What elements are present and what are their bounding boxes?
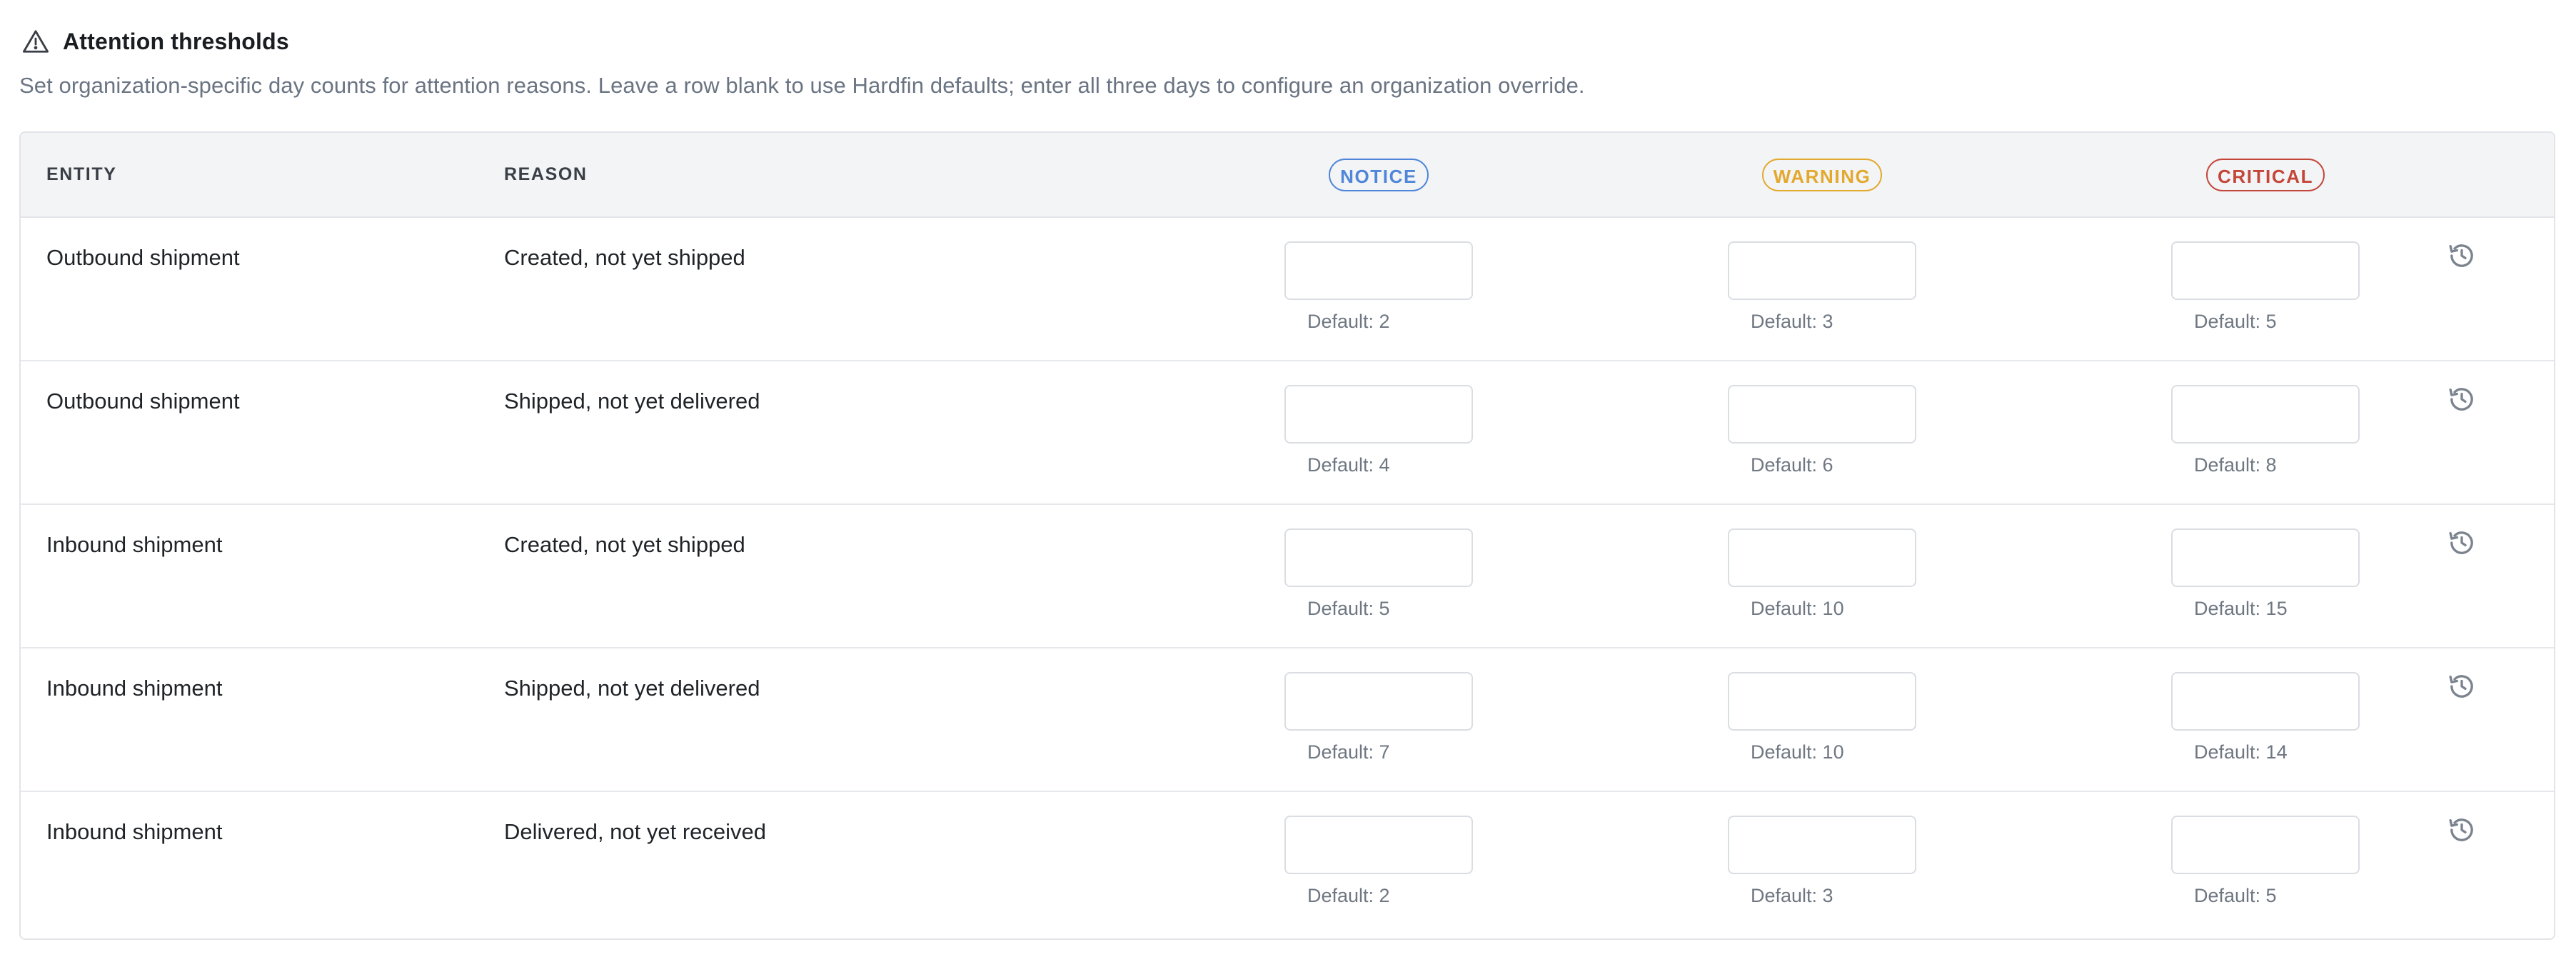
- notice-default-hint: Default: 7: [1307, 741, 1390, 763]
- thresholds-table: ENTITY REASON NOTICE WARNING CRITICAL Ou…: [19, 131, 2555, 940]
- warning-days-input[interactable]: [1728, 816, 1916, 874]
- notice-default-hint: Default: 5: [1307, 598, 1390, 619]
- table-row: Inbound shipment Created, not yet shippe…: [21, 505, 2554, 648]
- history-icon: [2447, 816, 2476, 848]
- notice-cell: Default: 4: [1284, 385, 1473, 476]
- reset-to-default-button[interactable]: [2444, 239, 2480, 275]
- entity-cell: Outbound shipment: [46, 245, 240, 270]
- reset-to-default-button[interactable]: [2444, 670, 2480, 706]
- critical-days-input[interactable]: [2171, 528, 2360, 587]
- critical-cell: Default: 5: [2171, 816, 2360, 907]
- section-description: Set organization-specific day counts for…: [19, 73, 1585, 98]
- critical-days-input[interactable]: [2171, 672, 2360, 731]
- entity-cell: Inbound shipment: [46, 676, 223, 701]
- history-icon: [2447, 672, 2476, 704]
- critical-badge: CRITICAL: [2205, 158, 2325, 191]
- critical-days-input[interactable]: [2171, 385, 2360, 444]
- table-header: ENTITY REASON NOTICE WARNING CRITICAL: [21, 133, 2554, 218]
- history-icon: [2447, 528, 2476, 561]
- history-icon: [2447, 241, 2476, 274]
- critical-default-hint: Default: 8: [2194, 454, 2277, 476]
- warning-default-hint: Default: 3: [1751, 311, 1833, 332]
- entity-cell: Outbound shipment: [46, 389, 240, 414]
- warning-cell: Default: 6: [1728, 385, 1916, 476]
- reason-cell: Shipped, not yet delivered: [504, 676, 760, 701]
- reason-cell: Shipped, not yet delivered: [504, 389, 760, 414]
- notice-default-hint: Default: 2: [1307, 885, 1390, 906]
- reason-cell: Created, not yet shipped: [504, 245, 745, 270]
- section-title: Attention thresholds: [63, 28, 289, 54]
- notice-days-input[interactable]: [1284, 816, 1473, 874]
- notice-cell: Default: 7: [1284, 672, 1473, 763]
- column-header-notice: NOTICE: [1284, 133, 1473, 216]
- warning-default-hint: Default: 10: [1751, 598, 1844, 619]
- warning-triangle-icon: [21, 27, 50, 56]
- column-header-warning: WARNING: [1728, 133, 1916, 216]
- warning-days-input[interactable]: [1728, 528, 1916, 587]
- warning-default-hint: Default: 10: [1751, 741, 1844, 763]
- notice-days-input[interactable]: [1284, 672, 1473, 731]
- reason-cell: Created, not yet shipped: [504, 532, 745, 557]
- warning-default-hint: Default: 6: [1751, 454, 1833, 476]
- table-row: Outbound shipment Shipped, not yet deliv…: [21, 361, 2554, 505]
- column-header-entity: ENTITY: [46, 164, 117, 184]
- history-icon: [2447, 385, 2476, 417]
- warning-days-input[interactable]: [1728, 241, 1916, 300]
- critical-default-hint: Default: 14: [2194, 741, 2288, 763]
- table-row: Inbound shipment Delivered, not yet rece…: [21, 792, 2554, 936]
- warning-cell: Default: 10: [1728, 528, 1916, 620]
- section-header: Attention thresholds: [21, 26, 289, 57]
- critical-default-hint: Default: 5: [2194, 885, 2277, 906]
- notice-cell: Default: 2: [1284, 241, 1473, 333]
- notice-days-input[interactable]: [1284, 241, 1473, 300]
- notice-badge: NOTICE: [1329, 158, 1429, 191]
- warning-cell: Default: 3: [1728, 241, 1916, 333]
- critical-days-input[interactable]: [2171, 241, 2360, 300]
- reset-to-default-button[interactable]: [2444, 383, 2480, 419]
- warning-cell: Default: 10: [1728, 672, 1916, 763]
- critical-cell: Default: 14: [2171, 672, 2360, 763]
- column-header-critical: CRITICAL: [2171, 133, 2360, 216]
- critical-default-hint: Default: 15: [2194, 598, 2288, 619]
- notice-days-input[interactable]: [1284, 528, 1473, 587]
- notice-default-hint: Default: 2: [1307, 311, 1390, 332]
- warning-default-hint: Default: 3: [1751, 885, 1833, 906]
- critical-cell: Default: 15: [2171, 528, 2360, 620]
- critical-cell: Default: 8: [2171, 385, 2360, 476]
- warning-days-input[interactable]: [1728, 672, 1916, 731]
- reason-cell: Delivered, not yet received: [504, 819, 767, 844]
- notice-default-hint: Default: 4: [1307, 454, 1390, 476]
- warning-cell: Default: 3: [1728, 816, 1916, 907]
- column-header-reason: REASON: [504, 164, 588, 184]
- reset-to-default-button[interactable]: [2444, 526, 2480, 562]
- notice-cell: Default: 2: [1284, 816, 1473, 907]
- critical-default-hint: Default: 5: [2194, 311, 2277, 332]
- table-row: Inbound shipment Shipped, not yet delive…: [21, 648, 2554, 792]
- entity-cell: Inbound shipment: [46, 819, 223, 844]
- notice-cell: Default: 5: [1284, 528, 1473, 620]
- warning-days-input[interactable]: [1728, 385, 1916, 444]
- table-row: Outbound shipment Created, not yet shipp…: [21, 218, 2554, 361]
- entity-cell: Inbound shipment: [46, 532, 223, 557]
- notice-days-input[interactable]: [1284, 385, 1473, 444]
- reset-to-default-button[interactable]: [2444, 813, 2480, 849]
- critical-days-input[interactable]: [2171, 816, 2360, 874]
- warning-badge: WARNING: [1761, 158, 1883, 191]
- critical-cell: Default: 5: [2171, 241, 2360, 333]
